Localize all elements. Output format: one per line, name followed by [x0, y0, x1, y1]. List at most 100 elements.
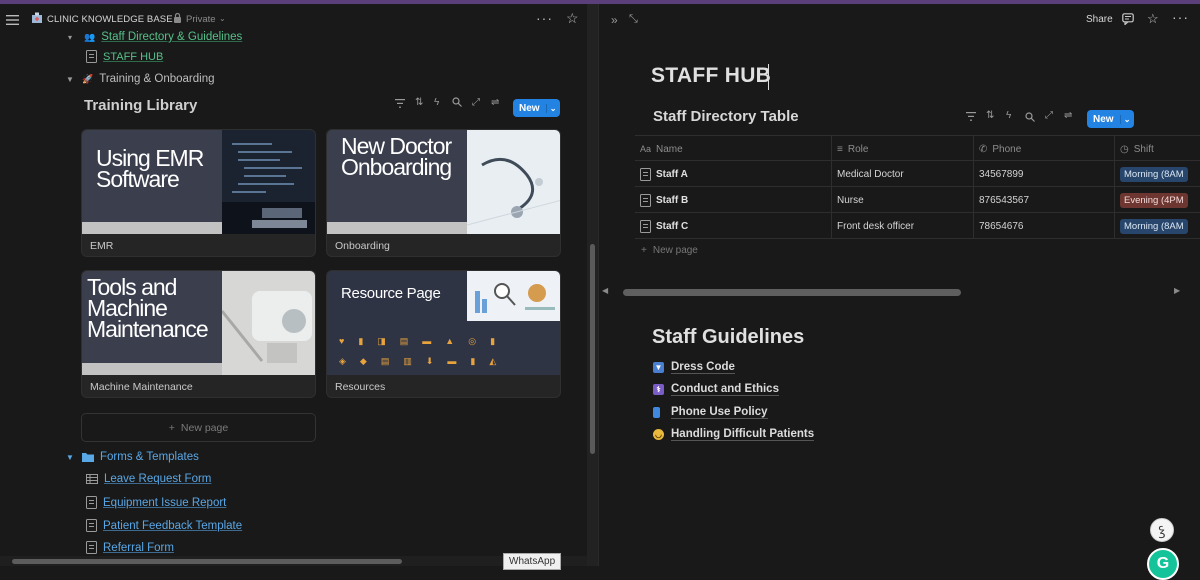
gallery-card-emr[interactable]: Using EMR Software EMR [81, 129, 316, 257]
scrollbar-thumb[interactable] [590, 244, 595, 454]
new-button[interactable]: New ⌄ [1087, 110, 1134, 128]
settings-icon[interactable]: ⇌ [491, 97, 499, 108]
role-cell[interactable]: Nurse [832, 187, 974, 213]
tree-item-staff-hub[interactable]: STAFF HUB [86, 50, 163, 63]
caret-right-icon[interactable]: ▾ [68, 33, 78, 42]
menu-icon[interactable] [6, 14, 20, 26]
shift-cell[interactable]: Morning (8AM [1115, 161, 1200, 187]
shift-tag: Morning (8AM [1120, 166, 1188, 182]
phone-cell[interactable]: 876543567 [974, 187, 1115, 213]
shift-cell[interactable]: Morning (8AM [1115, 213, 1200, 239]
grammarly-icon[interactable]: G [1147, 548, 1179, 580]
form-item[interactable]: Leave Request Form [86, 473, 211, 485]
expand-icon[interactable]: ⤢ [472, 97, 480, 108]
card-name: Resources [335, 381, 386, 393]
column-header-role[interactable]: ≡ Role [832, 136, 974, 162]
privacy-label[interactable]: Private [186, 14, 216, 25]
comment-icon[interactable] [1122, 13, 1134, 25]
table-row[interactable]: Staff C Front desk officer 78654676 Morn… [635, 213, 1200, 239]
filter-icon[interactable] [395, 99, 405, 108]
card-name: EMR [90, 240, 114, 252]
clock-icon: ◷ [1120, 143, 1129, 155]
more-options-icon[interactable]: ··· [536, 10, 553, 26]
star-icon[interactable]: ☆ [1147, 11, 1159, 27]
scrollbar-thumb[interactable] [623, 289, 961, 296]
database-title[interactable]: Staff Directory Table [653, 108, 799, 125]
chevron-down-icon[interactable]: ⌄ [219, 14, 226, 23]
shift-cell[interactable]: Evening (4PM [1115, 187, 1200, 213]
table-horizontal-scrollbar[interactable] [599, 286, 1200, 298]
gallery-card-resources[interactable]: Resource Page ♥▮◨▤▬▲◎▮ ◈◆▤▥⬇▬▮◭ Resources [326, 270, 561, 398]
tree-item-staff-directory[interactable]: ▾ 👥 Staff Directory & Guidelines [68, 31, 242, 43]
more-options-icon[interactable]: ··· [1172, 9, 1189, 25]
hospital-icon [31, 12, 43, 24]
folder-icon [82, 452, 94, 462]
name-cell[interactable]: Staff A [635, 161, 832, 187]
column-label: Shift [1133, 143, 1154, 155]
tree-item-forms[interactable]: ▼ Forms & Templates [66, 451, 199, 463]
medical-equipment-photo [222, 271, 315, 375]
search-icon[interactable] [452, 97, 462, 107]
guideline-link[interactable]: ▼ Dress Code [653, 361, 735, 374]
expand-icon[interactable]: ⤢ [1045, 110, 1053, 121]
star-icon[interactable]: ☆ [566, 10, 579, 27]
caret-down-icon[interactable]: ▼ [66, 75, 76, 84]
table-row[interactable]: Staff A Medical Doctor 34567899 Morning … [635, 161, 1200, 187]
add-new-page-button[interactable]: + New page [81, 413, 316, 442]
form-item[interactable]: Referral Form [86, 541, 174, 554]
column-header-phone[interactable]: ✆ Phone [974, 136, 1115, 162]
dress-icon: ▼ [653, 362, 664, 373]
chevron-down-icon[interactable]: ⌄ [1119, 114, 1134, 124]
form-item-label: Leave Request Form [104, 473, 212, 485]
scrollbar-thumb[interactable] [12, 559, 402, 564]
automation-icon[interactable]: ϟ [434, 97, 439, 108]
form-item[interactable]: Patient Feedback Template [86, 519, 242, 532]
tree-item-training[interactable]: ▼ 🚀 Training & Onboarding [66, 73, 215, 85]
staff-name: Staff B [656, 194, 689, 206]
form-item[interactable]: Equipment Issue Report [86, 496, 226, 509]
tree-item-label: Staff Directory & Guidelines [101, 31, 243, 43]
phone-value: 34567899 [979, 168, 1024, 180]
phone-cell[interactable]: 78654676 [974, 213, 1115, 239]
sort-icon[interactable]: ⇅ [415, 97, 423, 108]
automation-icon[interactable]: ϟ [1006, 110, 1011, 121]
table-new-page-button[interactable]: + New page [641, 245, 698, 256]
table-row[interactable]: Staff B Nurse 876543567 Evening (4PM [635, 187, 1200, 213]
new-button[interactable]: New ⌄ [513, 99, 560, 117]
search-icon[interactable] [1025, 112, 1035, 122]
sort-icon[interactable]: ⇅ [986, 110, 994, 121]
name-cell[interactable]: Staff C [635, 213, 832, 239]
name-cell[interactable]: Staff B [635, 187, 832, 213]
guideline-link[interactable]: ⚕ Conduct and Ethics [653, 383, 779, 396]
column-header-name[interactable]: Aa Name [635, 136, 832, 162]
guideline-link[interactable]: ◡ Handling Difficult Patients [653, 428, 815, 441]
filter-icon[interactable] [966, 112, 976, 121]
role-value: Front desk officer [837, 220, 915, 232]
scroll-right-icon[interactable]: ▶ [1174, 286, 1180, 295]
charts-photo [467, 271, 560, 321]
role-cell[interactable]: Medical Doctor [832, 161, 974, 187]
caret-down-icon[interactable]: ▼ [66, 453, 76, 462]
gallery-card-machine-maintenance[interactable]: Tools and Machine Maintenance Machine Ma… [81, 270, 316, 398]
breadcrumb-workspace[interactable]: CLINIC KNOWLEDGE BASE [47, 14, 173, 25]
cover-text: Resource Page [341, 285, 441, 302]
role-cell[interactable]: Front desk officer [832, 213, 974, 239]
horizontal-scrollbar[interactable] [0, 556, 587, 566]
gallery-card-onboarding[interactable]: New Doctor Onboarding Onboarding [326, 129, 561, 257]
guideline-link[interactable]: Phone Use Policy [653, 406, 768, 419]
chevron-down-icon[interactable]: ⌄ [545, 103, 560, 113]
page-title[interactable]: STAFF HUB [651, 64, 771, 88]
help-bot-icon[interactable]: ꝣ [1150, 518, 1174, 542]
guideline-label: Phone Use Policy [671, 406, 768, 419]
vertical-scrollbar[interactable] [587, 4, 598, 566]
left-pane: CLINIC KNOWLEDGE BASE Private ⌄ ··· ☆ ▾ … [0, 4, 598, 570]
phone-cell[interactable]: 34567899 [974, 161, 1115, 187]
share-button[interactable]: Share [1086, 14, 1113, 25]
rocket-icon: 🚀 [82, 73, 94, 84]
expand-icon[interactable]: ⤡ [629, 13, 638, 26]
column-header-shift[interactable]: ◷ Shift [1115, 136, 1200, 162]
double-chevron-right-icon[interactable]: » [611, 13, 618, 27]
guideline-label: Handling Difficult Patients [671, 428, 815, 441]
tree-item-label: Training & Onboarding [99, 73, 215, 85]
settings-icon[interactable]: ⇌ [1064, 110, 1072, 121]
